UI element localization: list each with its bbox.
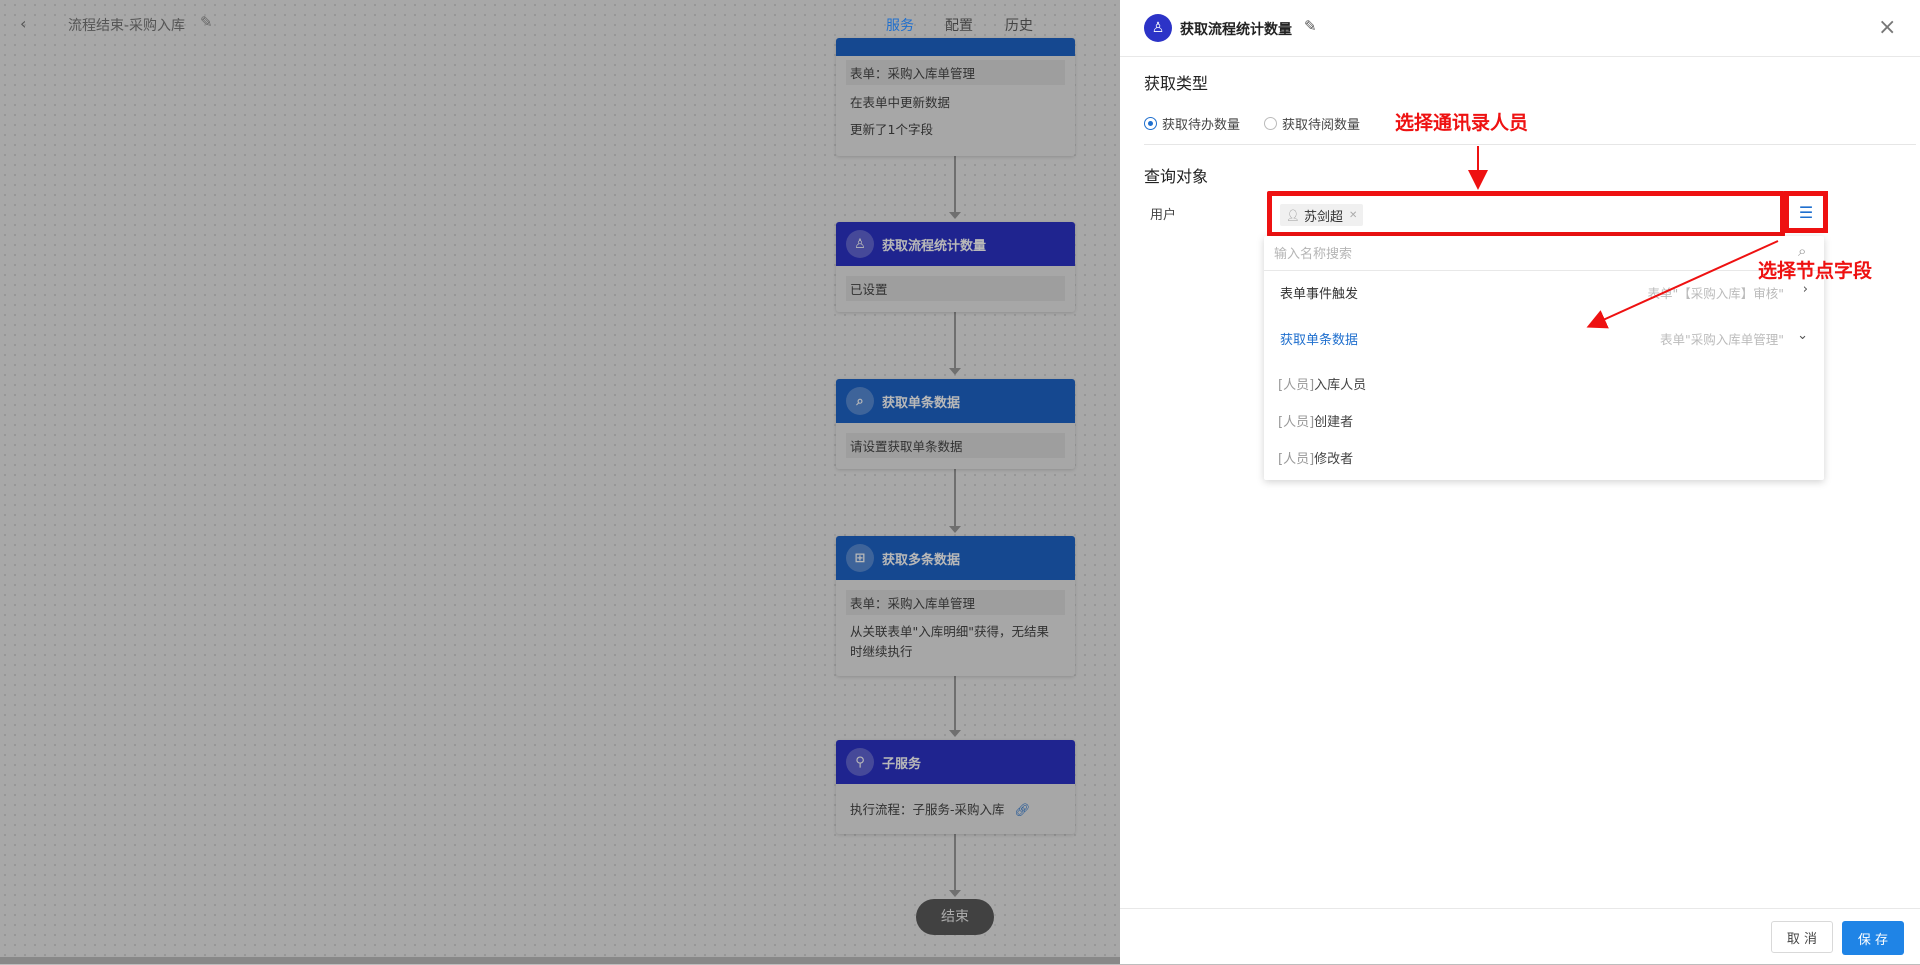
radio-toread-count[interactable]: 获取待阅数量 xyxy=(1264,114,1360,133)
radio-dot[interactable] xyxy=(1144,117,1157,130)
radio-todo-count[interactable]: 获取待办数量 xyxy=(1144,114,1240,133)
dropdown-item[interactable]: [人员]创建者 xyxy=(1278,411,1353,430)
edit-icon[interactable]: ✎ xyxy=(200,13,213,31)
drawer-footer: 取 消 保 存 xyxy=(1120,908,1920,965)
top-bar: ‹ 流程结束-采购入库 ✎ 服务 配置 历史 xyxy=(0,0,1120,48)
back-icon[interactable]: ‹ xyxy=(20,14,26,33)
annotation-select-contact: 选择通讯录人员 xyxy=(1395,112,1529,134)
dropdown-item[interactable]: [人员]入库人员 xyxy=(1278,374,1366,393)
tab-service[interactable]: 服务 xyxy=(886,15,914,35)
item-tag: [人员] xyxy=(1278,378,1315,393)
close-icon[interactable]: × xyxy=(1878,15,1896,40)
section-title-query: 查询对象 xyxy=(1144,167,1209,186)
dropdown-group-form-trigger[interactable]: 表单事件触发 表单"【采购入库】审核" › xyxy=(1264,272,1824,312)
divider xyxy=(1144,144,1916,145)
modal-overlay[interactable] xyxy=(0,0,1120,964)
cancel-button[interactable]: 取 消 xyxy=(1771,921,1833,953)
search-input[interactable] xyxy=(1272,242,1786,266)
radio-label: 获取待办数量 xyxy=(1162,118,1241,133)
radio-dot[interactable] xyxy=(1264,117,1277,130)
user-field-label: 用户 xyxy=(1150,208,1177,223)
field-list-button[interactable]: ☰ xyxy=(1784,191,1828,233)
item-label: 修改者 xyxy=(1314,452,1354,467)
user-select-input[interactable]: 👤︎ 苏剑超 ✕ xyxy=(1267,191,1785,237)
edit-icon[interactable]: ✎ xyxy=(1304,17,1317,35)
annotation-select-node-field: 选择节点字段 xyxy=(1758,260,1873,282)
drawer-header: ♙ 获取流程统计数量 ✎ × xyxy=(1120,0,1920,57)
user-icon: 👤︎ xyxy=(1286,208,1300,222)
item-tag: [人员] xyxy=(1278,452,1315,467)
list-icon: ☰ xyxy=(1798,202,1814,222)
settings-drawer: ♙ 获取流程统计数量 ✎ × 获取类型 获取待办数量 获取待阅数量 查询对象 用… xyxy=(1120,0,1920,964)
bottom-scrollbar[interactable] xyxy=(0,957,1120,964)
item-label: 创建者 xyxy=(1314,415,1354,430)
item-tag: [人员] xyxy=(1278,415,1315,430)
dropdown-group-get-single[interactable]: 获取单条数据 表单"采购入库单管理" ⌄ xyxy=(1264,318,1824,358)
save-button[interactable]: 保 存 xyxy=(1842,921,1904,955)
radio-label: 获取待阅数量 xyxy=(1282,118,1361,133)
user-tag: 👤︎ 苏剑超 ✕ xyxy=(1280,204,1364,226)
section-title-type: 获取类型 xyxy=(1144,74,1209,93)
drawer-title: 获取流程统计数量 xyxy=(1180,22,1292,38)
tab-config[interactable]: 配置 xyxy=(945,15,973,35)
remove-tag-icon[interactable]: ✕ xyxy=(1349,210,1357,221)
group-meta: 表单"采购入库单管理" xyxy=(1660,332,1784,347)
item-label: 入库人员 xyxy=(1314,378,1367,393)
field-dropdown: ⌕ 表单事件触发 表单"【采购入库】审核" › 获取单条数据 表单"采购入库单管… xyxy=(1264,236,1824,480)
tab-history[interactable]: 历史 xyxy=(1005,15,1033,35)
chevron-down-icon: ⌄ xyxy=(1797,328,1808,343)
user-tag-label: 苏剑超 xyxy=(1303,209,1343,225)
group-label: 获取单条数据 xyxy=(1280,333,1359,348)
group-label: 表单事件触发 xyxy=(1280,287,1359,302)
chevron-right-icon: › xyxy=(1802,282,1808,297)
dropdown-item[interactable]: [人员]修改者 xyxy=(1278,448,1353,467)
dropdown-search: ⌕ xyxy=(1264,236,1824,271)
flow-title: 流程结束-采购入库 xyxy=(68,18,186,34)
group-meta: 表单"【采购入库】审核" xyxy=(1647,286,1785,301)
stamp-icon: ♙ xyxy=(1144,14,1172,42)
